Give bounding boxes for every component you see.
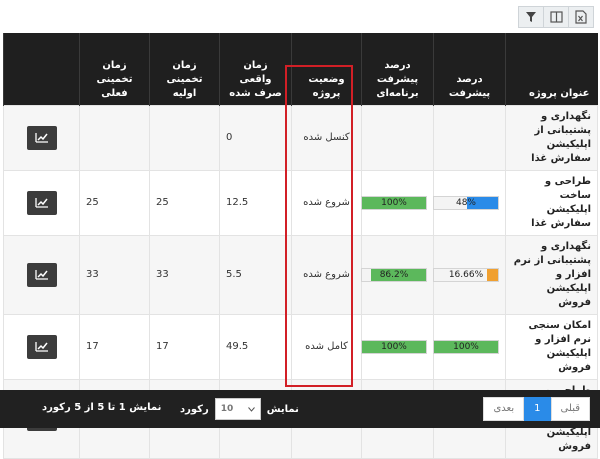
table-row: طراحی و ساخت اپلیکیشن سفارش غذا 48% 100% شر… <box>3 169 598 236</box>
initial-estimate-cell: 17 <box>149 313 220 380</box>
header-initial-estimate[interactable]: زمان تخمینی اولیه <box>149 33 220 105</box>
progress-label: 100% <box>453 341 479 352</box>
chart-line-icon <box>34 342 48 352</box>
table-header-row: عنوان پروژه درصد پیشرفت درصد پیشرفت برنا… <box>3 33 598 105</box>
progress-bar: 100% <box>361 339 427 354</box>
progress-cell <box>433 104 506 171</box>
actual-time-cell: 5.5 <box>219 234 292 315</box>
next-page-button[interactable]: بعدی <box>483 397 525 421</box>
chevron-down-icon <box>247 406 255 412</box>
progress-cell: 48% <box>433 169 506 236</box>
current-estimate-cell: 33 <box>79 234 150 315</box>
page-size-select[interactable]: 10 <box>214 398 261 420</box>
planned-progress-cell <box>361 104 434 171</box>
show-label: نمایش <box>266 403 299 415</box>
progress-label: 100% <box>381 341 407 352</box>
current-estimate-cell: 17 <box>79 313 150 380</box>
planned-progress-cell: 100% <box>361 169 434 236</box>
actions-cell <box>3 104 80 171</box>
progress-cell: 16.66% <box>433 234 506 315</box>
columns-icon <box>549 11 563 23</box>
export-excel-icon <box>575 10 587 24</box>
table-toolbar <box>518 6 594 28</box>
table-row: امکان سنجی نرم افزار و اپلیکیشن فروش 100%… <box>3 313 598 380</box>
current-estimate-cell: 25 <box>79 169 150 236</box>
project-title: نگهداری و پشتیبانی از اپلیکیشن سفارش غذا <box>505 104 598 171</box>
actions-cell <box>3 313 80 380</box>
chart-line-icon <box>34 198 48 208</box>
actual-time-cell: 12.5 <box>219 169 292 236</box>
status-cell: کامل شده <box>291 313 362 380</box>
project-title: طراحی و ساخت اپلیکیشن سفارش غذا <box>505 169 598 236</box>
export-excel-button[interactable] <box>568 6 594 28</box>
project-title: نگهداری و پشتیبانی از نرم افزار و اپلیکی… <box>505 234 598 315</box>
initial-estimate-cell: 25 <box>149 169 220 236</box>
page-length: نمایش 10 رکورد <box>180 397 299 421</box>
chart-line-icon <box>34 133 48 143</box>
progress-label: 48% <box>455 197 476 208</box>
progress-bar: 100% <box>361 195 427 210</box>
progress-cell: 100% <box>433 313 506 380</box>
actual-time-cell: 49.5 <box>219 313 292 380</box>
records-label: رکورد <box>180 403 209 415</box>
status-cell: کنسل شده <box>291 104 362 171</box>
page-1-button[interactable]: 1 <box>524 397 551 421</box>
progress-label: 16.66% <box>448 269 484 280</box>
progress-label: 100% <box>381 197 407 208</box>
initial-estimate-cell: 33 <box>149 234 220 315</box>
header-planned-progress[interactable]: درصد پیشرفت برنامه‌ای <box>361 33 434 105</box>
progress-bar: 86.2% <box>361 267 427 282</box>
progress-bar: 48% <box>433 195 499 210</box>
progress-bar: 16.66% <box>433 267 499 282</box>
header-title[interactable]: عنوان پروژه <box>505 33 598 105</box>
planned-progress-cell: 86.2% <box>361 234 434 315</box>
table-row: نگهداری و پشتیبانی از نرم افزار و اپلیکی… <box>3 234 598 315</box>
progress-label: 86.2% <box>379 269 409 280</box>
actual-time-cell: 0 <box>219 104 292 171</box>
header-actual-time[interactable]: زمان واقعی صرف شده <box>219 33 292 105</box>
actions-cell <box>3 169 80 236</box>
status-cell: شروع شده <box>291 169 362 236</box>
chart-line-icon <box>34 270 48 280</box>
progress-bar: 100% <box>433 339 499 354</box>
filter-icon <box>526 12 536 22</box>
chart-button[interactable] <box>26 125 57 150</box>
pagination: قبلی 1 بعدی <box>483 397 590 421</box>
planned-progress-cell: 100% <box>361 313 434 380</box>
header-status[interactable]: وضعیت پروژه <box>291 33 362 105</box>
header-actions <box>3 33 80 105</box>
status-cell: شروع شده <box>291 234 362 315</box>
initial-estimate-cell <box>149 104 220 171</box>
actions-cell <box>3 234 80 315</box>
chart-button[interactable] <box>26 262 57 287</box>
project-title: امکان سنجی نرم افزار و اپلیکیشن فروش <box>505 313 598 380</box>
header-progress[interactable]: درصد پیشرفت <box>433 33 506 105</box>
chart-button[interactable] <box>26 190 57 215</box>
page-size-value: 10 <box>220 404 234 414</box>
filter-button[interactable] <box>518 6 544 28</box>
records-info: نمایش 1 تا 5 از 5 رکورد <box>42 402 162 413</box>
current-estimate-cell <box>79 104 150 171</box>
header-current-estimate[interactable]: زمان تخمینی فعلی <box>79 33 150 105</box>
prev-page-button[interactable]: قبلی <box>550 397 590 421</box>
columns-button[interactable] <box>543 6 569 28</box>
table-row: نگهداری و پشتیبانی از اپلیکیشن سفارش غذا… <box>3 104 598 171</box>
chart-button[interactable] <box>26 334 57 359</box>
table-footer: قبلی 1 بعدی نمایش 10 رکورد نمایش 1 تا 5 … <box>0 390 600 428</box>
